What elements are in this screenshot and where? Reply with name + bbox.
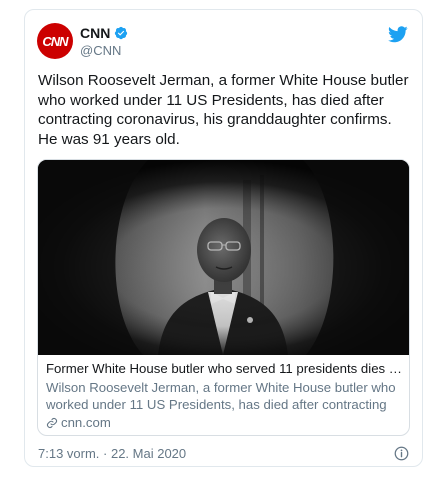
link-icon [46, 417, 58, 428]
link-card-domain[interactable]: cnn.com [61, 414, 111, 431]
avatar[interactable]: CNN [37, 23, 73, 59]
link-card-title[interactable]: Former White House butler who served 11 … [46, 360, 404, 377]
verified-badge-icon [115, 26, 128, 40]
account-handle[interactable]: @CNN [80, 43, 121, 58]
link-card-description: Wilson Roosevelt Jerman, a former White … [46, 380, 396, 412]
link-card-domain-row[interactable]: cnn.com [46, 414, 404, 431]
link-card-meta[interactable]: Former White House butler who served 11 … [46, 360, 404, 431]
butler-portrait-image [38, 160, 409, 355]
account-name-row[interactable]: CNN [80, 25, 128, 41]
avatar-logo-text: CNN [42, 33, 68, 49]
info-icon[interactable] [394, 446, 409, 461]
tweet-text: Wilson Roosevelt Jerman, a former White … [38, 72, 409, 148]
tweet-timestamp[interactable]: 7:13 vorm. · 22. Mai 2020 [38, 446, 186, 461]
article-photo[interactable] [38, 160, 409, 355]
twitter-bird-icon[interactable] [388, 26, 408, 43]
link-preview-card[interactable]: Former White House butler who served 11 … [37, 159, 410, 436]
account-name[interactable]: CNN [80, 25, 110, 41]
tweet-card: CNN CNN @CNN Wilson Roosevelt Jerman, a … [24, 9, 423, 467]
